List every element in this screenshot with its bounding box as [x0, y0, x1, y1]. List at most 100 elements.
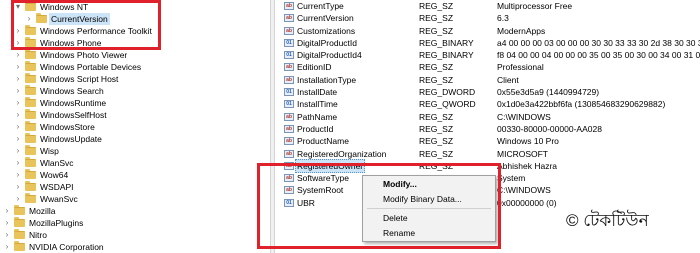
folder-icon: [14, 217, 25, 227]
value-row[interactable]: ab InstallationType REG_SZ Client: [276, 74, 700, 86]
chevron-right-icon[interactable]: ›: [14, 97, 22, 109]
value-row[interactable]: ab ProductId REG_SZ 00330-80000-00000-AA028: [276, 123, 700, 135]
chevron-right-icon[interactable]: ›: [14, 181, 22, 193]
value-type: REG_SZ: [419, 62, 454, 73]
folder-icon: [25, 181, 36, 191]
value-row[interactable]: 01 InstallTime REG_QWORD 0x1d0e3a422bbf6fa …: [276, 98, 700, 110]
tree-node[interactable]: › Wisp: [0, 145, 270, 157]
watermark: © টেকটিউন: [566, 211, 649, 230]
value-row[interactable]: 01 DigitalProductId4 REG_BINARY f8 04 00 00…: [276, 49, 700, 61]
tree-node[interactable]: › WindowsRuntime: [0, 97, 270, 109]
tree-node[interactable]: › Windows Photo Viewer: [0, 49, 270, 61]
tree-node[interactable]: › Windows Search: [0, 85, 270, 97]
tree-node[interactable]: › Mozilla: [0, 205, 270, 217]
tree-node[interactable]: › WwanSvc: [0, 193, 270, 205]
chevron-right-icon[interactable]: ›: [14, 193, 22, 205]
folder-icon: [14, 229, 25, 239]
value-row[interactable]: ab EditionID REG_SZ Professional: [276, 61, 700, 73]
value-data: Multiprocessor Free: [497, 1, 573, 11]
tree-node[interactable]: › Wow64: [0, 169, 270, 181]
value-data: C:\WINDOWS: [497, 185, 551, 196]
value-data: Client: [497, 74, 519, 85]
tree-node[interactable]: › MozillaPlugins: [0, 217, 270, 229]
tree-node-label: WwanSvc: [40, 194, 78, 204]
folder-icon: [25, 145, 36, 155]
value-name: DigitalProductId4: [297, 50, 362, 61]
tree-node[interactable]: › WindowsSelfHost: [0, 109, 270, 121]
folder-icon: [25, 133, 36, 143]
value-row[interactable]: ab CurrentType REG_SZ Multiprocessor Free: [276, 0, 700, 12]
chevron-right-icon[interactable]: ›: [3, 217, 11, 229]
value-type: REG_QWORD: [419, 99, 476, 110]
tree-node-label: Windows Photo Viewer: [40, 50, 128, 60]
value-data: Windows 10 Pro: [497, 136, 559, 147]
binary-value-icon: 01: [284, 38, 294, 47]
value-type: REG_SZ: [419, 136, 454, 147]
value-row[interactable]: ab PathName REG_SZ C:\WINDOWS: [276, 111, 700, 123]
tree-node[interactable]: › Windows Portable Devices: [0, 61, 270, 73]
tree-node[interactable]: › WlanSvc: [0, 157, 270, 169]
chevron-right-icon[interactable]: ›: [3, 229, 11, 241]
annotation-box-tree: [11, 0, 161, 50]
tree-node-label: WindowsRuntime: [40, 98, 107, 108]
chevron-right-icon[interactable]: ›: [14, 145, 22, 157]
chevron-right-icon[interactable]: ›: [14, 73, 22, 85]
value-row[interactable]: ab CurrentVersion REG_SZ 6.3: [276, 12, 700, 24]
value-data: 0x1d0e3a422bbf6fa (130854683290629882): [497, 99, 666, 110]
value-name: InstallDate: [297, 87, 338, 98]
value-row[interactable]: ab Customizations REG_SZ ModernApps: [276, 25, 700, 37]
chevron-right-icon[interactable]: ›: [14, 157, 22, 169]
tree-node[interactable]: › NVIDIA Corporation: [0, 241, 270, 253]
value-row[interactable]: ab ProductName REG_SZ Windows 10 Pro: [276, 135, 700, 147]
tree-node-label: Wisp: [40, 146, 59, 156]
annotation-box-values: [257, 163, 501, 249]
tree-node[interactable]: › Windows Script Host: [0, 73, 270, 85]
chevron-right-icon[interactable]: ›: [14, 49, 22, 61]
tree-node-label: Windows Portable Devices: [40, 62, 142, 72]
chevron-right-icon[interactable]: ›: [14, 85, 22, 97]
value-data: f8 04 00 00 04 00 00 00 35 00 35 00 30 0…: [497, 50, 700, 61]
value-row[interactable]: 01 DigitalProductId REG_BINARY a4 00 00 00 …: [276, 37, 700, 49]
tree-node-label: WindowsStore: [40, 122, 95, 132]
chevron-right-icon[interactable]: ›: [3, 205, 11, 217]
string-value-icon: ab: [284, 2, 294, 10]
value-name: InstallTime: [297, 99, 338, 110]
chevron-right-icon[interactable]: ›: [14, 133, 22, 145]
chevron-right-icon[interactable]: ›: [14, 109, 22, 121]
folder-icon: [25, 109, 36, 119]
value-name: CurrentType: [297, 1, 344, 11]
folder-icon: [25, 121, 36, 131]
value-type: REG_SZ: [419, 148, 454, 159]
string-value-icon: ab: [284, 124, 294, 133]
chevron-right-icon[interactable]: ›: [3, 241, 11, 253]
value-type: REG_SZ: [419, 74, 454, 85]
folder-icon: [25, 61, 36, 71]
binary-value-icon: 01: [284, 100, 294, 109]
value-name: ProductId: [297, 123, 334, 134]
string-value-icon: ab: [284, 14, 294, 23]
value-row[interactable]: 01 InstallDate REG_DWORD 0x55e3d5a9 (144099…: [276, 86, 700, 98]
tree-node[interactable]: › WindowsStore: [0, 121, 270, 133]
value-name: ProductName: [297, 136, 349, 147]
tree-node[interactable]: › WindowsUpdate: [0, 133, 270, 145]
folder-icon: [25, 169, 36, 179]
value-data: Abhishek Hazra: [497, 160, 558, 171]
value-name: EditionID: [297, 62, 332, 73]
chevron-right-icon[interactable]: ›: [14, 61, 22, 73]
tree-node-label: MozillaPlugins: [29, 218, 84, 228]
value-name: InstallationType: [297, 74, 357, 85]
tree-node-label: Windows Script Host: [40, 74, 119, 84]
tree-node-label: Windows Search: [40, 86, 104, 96]
value-type: REG_SZ: [419, 111, 454, 122]
tree-node[interactable]: › Nitro: [0, 229, 270, 241]
value-data: 0x55e3d5a9 (1440994729): [497, 87, 600, 98]
folder-icon: [25, 97, 36, 107]
value-data: System: [497, 173, 526, 184]
chevron-right-icon[interactable]: ›: [14, 169, 22, 181]
tree-node-label: Wow64: [40, 170, 69, 180]
chevron-right-icon[interactable]: ›: [14, 121, 22, 133]
tree-node[interactable]: › WSDAPI: [0, 181, 270, 193]
folder-icon: [25, 193, 36, 203]
string-value-icon: ab: [284, 75, 294, 84]
value-data: C:\WINDOWS: [497, 111, 551, 122]
